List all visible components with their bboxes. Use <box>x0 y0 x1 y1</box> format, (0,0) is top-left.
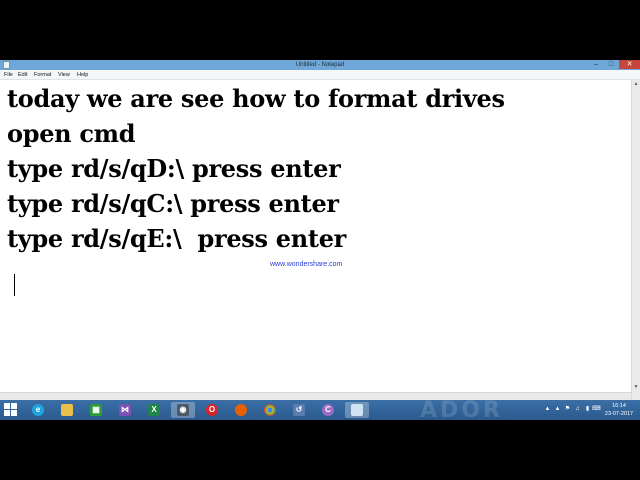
menu-help[interactable]: Help <box>77 70 88 80</box>
window-title: Untitled - Notepad <box>295 62 345 68</box>
text-line: type rd/s/qC:\ press enter <box>7 189 339 218</box>
file-explorer-icon[interactable] <box>55 402 79 418</box>
flag-icon[interactable]: ⚑ <box>564 406 571 413</box>
excel-icon[interactable]: X <box>142 402 166 418</box>
scroll-down-arrow-icon[interactable]: ▼ <box>632 383 640 391</box>
keyboard-icon[interactable]: ⌨ <box>592 406 601 413</box>
menu-view[interactable]: View <box>58 70 70 80</box>
network-icon[interactable]: ▲ <box>554 406 561 413</box>
power-icon[interactable]: ▮ <box>584 406 591 413</box>
text-line: open cmd <box>7 119 136 148</box>
close-button[interactable]: ✕ <box>619 60 640 69</box>
visual-studio-icon[interactable]: ⋈ <box>113 402 137 418</box>
opera-icon[interactable]: O <box>200 402 224 418</box>
show-hidden-icons-icon[interactable]: ▲ <box>544 406 551 413</box>
firefox-icon[interactable] <box>229 402 253 418</box>
vertical-scrollbar[interactable]: ▲ ▼ <box>631 80 640 400</box>
scroll-up-arrow-icon[interactable]: ▲ <box>632 80 640 88</box>
camera-app-icon[interactable]: ◉ <box>171 402 195 418</box>
horizontal-scrollbar[interactable] <box>0 392 631 400</box>
menu-format[interactable]: Format <box>34 70 51 80</box>
notepad-icon[interactable] <box>345 402 369 418</box>
text-line: today we are see how to format drives <box>7 84 505 113</box>
title-bar[interactable]: Untitled - Notepad – □ ✕ <box>0 60 640 70</box>
menu-bar: File Edit Format View Help <box>0 70 640 80</box>
minimize-button[interactable]: – <box>589 60 603 69</box>
watermark-text: www.wondershare.com <box>270 261 343 268</box>
windows-start-icon[interactable] <box>4 403 18 417</box>
volume-icon[interactable]: ♫ <box>574 406 581 413</box>
menu-file[interactable]: File <box>4 70 13 80</box>
store-icon[interactable]: ▦ <box>84 402 108 418</box>
chrome-icon[interactable] <box>258 402 282 418</box>
internet-explorer-icon[interactable]: e <box>26 402 50 418</box>
clock-time: 16:14 <box>612 403 626 409</box>
clock-date: 23-07-2017 <box>604 411 634 417</box>
menu-edit[interactable]: Edit <box>18 70 27 80</box>
system-clock[interactable]: 16:14 23-07-2017 <box>602 402 636 418</box>
taskbar: ADOR e ▦ ⋈ X ◉ O ↺ C ▲ ▲ ⚑ ♫ ▮ ⌨ 16:14 2… <box>0 398 640 420</box>
tool-app-icon[interactable]: ↺ <box>287 402 311 418</box>
text-editor-area[interactable]: today we are see how to format drives op… <box>0 80 631 400</box>
media-app-icon[interactable]: C <box>316 402 340 418</box>
text-line: type rd/s/qE:\ press enter <box>7 224 347 253</box>
taskbar-background-text: ADOR <box>420 398 503 420</box>
text-line: type rd/s/qD:\ press enter <box>7 154 341 183</box>
text-caret <box>14 274 15 296</box>
system-tray: ▲ ▲ ⚑ ♫ ▮ ⌨ 16:14 23-07-2017 <box>536 400 636 420</box>
desktop-screen: Untitled - Notepad – □ ✕ File Edit Forma… <box>0 60 640 420</box>
maximize-button[interactable]: □ <box>604 60 618 69</box>
